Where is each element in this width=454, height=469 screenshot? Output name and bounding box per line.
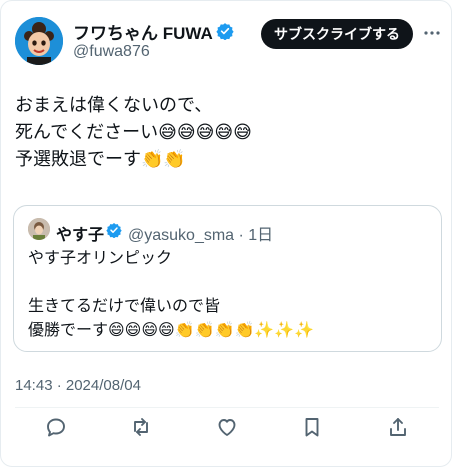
tweet-line: おまえは偉くないので、 xyxy=(15,95,213,115)
quote-author-name[interactable]: やす子 xyxy=(56,221,104,245)
reply-icon[interactable] xyxy=(44,415,68,439)
quote-line: 優勝でーす😄😄😄😄👏👏👏👏✨✨✨ xyxy=(28,322,315,339)
quote-line: 生きてるだけで偉いので皆 xyxy=(28,298,221,315)
subscribe-button[interactable]: サブスクライブする xyxy=(261,19,413,49)
verified-badge-icon xyxy=(106,223,122,238)
quote-author-handle[interactable]: @yasuko_sma · 1日 xyxy=(128,221,273,245)
author-avatar[interactable] xyxy=(15,17,63,65)
quote-author-avatar[interactable] xyxy=(28,218,50,240)
action-bar xyxy=(1,413,454,443)
tweet-card: フワちゃん FUWA @fuwa876 サブスクライブする おまえは偉くないので… xyxy=(0,0,452,467)
quote-line: やす子オリンピック xyxy=(28,250,173,267)
tweet-line: 予選敗退でーす👏👏 xyxy=(15,149,186,169)
bookmark-icon[interactable] xyxy=(300,415,324,439)
quote-line xyxy=(28,271,314,295)
tweet-line: 死んでくださーい😅😅😅😅😅 xyxy=(15,122,252,142)
tweet-text: おまえは偉くないので、 死んでくださーい😅😅😅😅😅 予選敗退でーす👏👏 xyxy=(15,92,252,173)
divider xyxy=(15,407,439,408)
quoted-tweet[interactable]: やす子 @yasuko_sma · 1日 やす子オリンピック 生きてるだけで偉い… xyxy=(13,205,442,352)
quote-text: やす子オリンピック 生きてるだけで偉いので皆 優勝でーす😄😄😄😄👏👏👏👏✨✨✨ xyxy=(28,247,314,343)
like-icon[interactable] xyxy=(215,415,239,439)
more-icon[interactable] xyxy=(422,23,442,43)
verified-badge-icon xyxy=(216,23,234,40)
author-handle[interactable]: @fuwa876 xyxy=(73,43,150,61)
share-icon[interactable] xyxy=(386,415,410,439)
tweet-timestamp[interactable]: 14:43 · 2024/08/04 xyxy=(15,377,141,394)
author-name[interactable]: フワちゃん FUWA xyxy=(73,19,213,44)
retweet-icon[interactable] xyxy=(129,415,153,439)
